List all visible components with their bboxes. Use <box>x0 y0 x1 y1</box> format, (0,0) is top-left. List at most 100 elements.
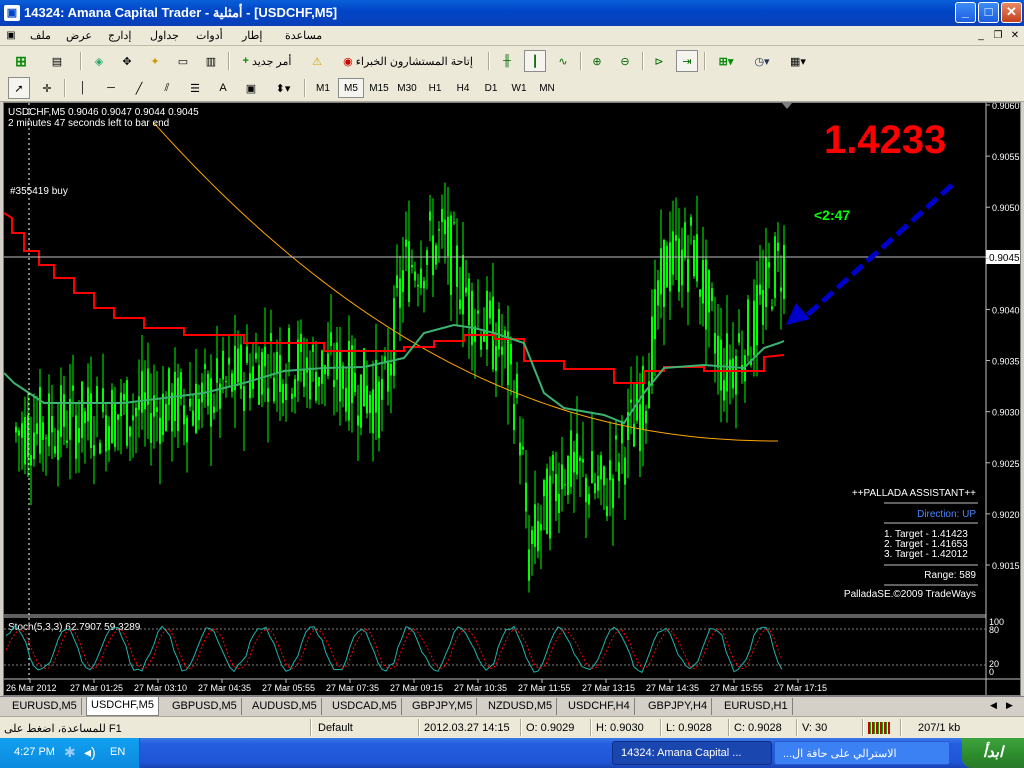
language-indicator[interactable]: EN <box>110 746 125 758</box>
candle-body <box>525 482 527 512</box>
menu-window[interactable]: إطار <box>242 29 262 42</box>
candle-body <box>495 346 497 371</box>
auto-scroll-icon[interactable]: ⊳ <box>648 50 670 72</box>
status-close: C: 0.9028 <box>734 722 782 734</box>
text-box-icon[interactable]: ▣ <box>240 77 262 99</box>
candle-body <box>516 373 518 398</box>
candle-body <box>189 398 191 407</box>
candle-body <box>336 342 338 380</box>
chart-shift-icon[interactable]: ⇥ <box>676 50 698 72</box>
tf-m30-button[interactable]: M30 <box>394 78 420 98</box>
tab-gbpusd-m5[interactable]: GBPUSD,M5 <box>168 698 242 715</box>
menu-charts[interactable]: جداول <box>150 29 179 42</box>
candle-body <box>138 396 140 410</box>
maximize-button[interactable]: □ <box>978 2 999 23</box>
tf-mn-button[interactable]: MN <box>534 78 560 98</box>
time-tick-label: 27 Mar 15:55 <box>710 683 763 693</box>
candle-body <box>102 388 104 413</box>
candle-body <box>75 415 77 459</box>
menu-file[interactable]: ملف <box>30 29 51 42</box>
close-button[interactable]: ✕ <box>1001 2 1022 23</box>
tab-eurusd-h1[interactable]: EURUSD,H1 <box>720 698 793 715</box>
mdi-minimize-button[interactable]: _ <box>973 28 989 43</box>
network-icon[interactable]: ✱ <box>64 744 76 761</box>
candle-body <box>777 242 779 252</box>
line-chart-icon[interactable]: ∿ <box>552 50 574 72</box>
time-tick-label: 27 Mar 09:15 <box>390 683 443 693</box>
cursor-icon[interactable]: ➚ <box>8 77 30 99</box>
new-chart-icon[interactable]: ⊞ <box>10 50 32 72</box>
candle-body <box>618 462 620 482</box>
tab-nzdusd-m5[interactable]: NZDUSD,M5 <box>484 698 558 715</box>
arrows-icon[interactable]: ⬍▾ <box>268 77 298 99</box>
chart-header-timer: 2 minutes 47 seconds left to bar end <box>8 118 169 129</box>
trendline-icon[interactable]: ╱ <box>128 77 150 99</box>
candle-body <box>768 262 770 268</box>
navigator-icon[interactable]: ✦ <box>144 50 166 72</box>
symbol-tabs-bar: EURUSD,M5 USDCHF,M5 GBPUSD,M5 AUDUSD,M5 … <box>0 696 1024 716</box>
horizontal-line-icon[interactable]: ─ <box>100 77 122 99</box>
terminal-icon[interactable]: ▭ <box>172 50 194 72</box>
tabs-scroll-left-icon[interactable]: ◀ <box>990 700 997 711</box>
crosshair-icon[interactable]: ✛ <box>36 77 58 99</box>
tab-gbpjpy-m5[interactable]: GBPJPY,M5 <box>408 698 478 715</box>
tab-usdchf-h4[interactable]: USDCHF,H4 <box>564 698 635 715</box>
menu-view[interactable]: عرض <box>66 29 92 42</box>
templates-icon[interactable]: ▦▾ <box>782 50 814 72</box>
tab-usdchf-m5[interactable]: USDCHF,M5 <box>86 697 159 716</box>
tf-d1-button[interactable]: D1 <box>478 78 504 98</box>
vertical-line-icon[interactable]: │ <box>72 77 94 99</box>
candle-body <box>426 250 428 266</box>
tf-w1-button[interactable]: W1 <box>506 78 532 98</box>
tabs-scroll-right-icon[interactable]: ▶ <box>1006 700 1013 711</box>
price-chart[interactable]: 0.9045 0.90600.90550.90500.90400.90350.9… <box>3 101 1020 695</box>
mdi-close-button[interactable]: ✕ <box>1007 28 1023 43</box>
fibonacci-icon[interactable]: ☰ <box>184 77 206 99</box>
candle-body <box>378 381 380 439</box>
bar-chart-icon[interactable]: ╫ <box>496 50 518 72</box>
profiles-icon[interactable]: ▤ <box>46 50 68 72</box>
equidistant-channel-icon[interactable]: ⫽ <box>156 77 178 99</box>
market-watch-icon[interactable]: ◈ <box>88 50 110 72</box>
zoom-in-icon[interactable]: ⊕ <box>586 50 608 72</box>
volume-icon[interactable]: ◂) <box>84 744 96 761</box>
taskbar-item-metatrader[interactable]: 14324: Amana Capital ... <box>612 741 772 765</box>
minimize-button[interactable]: _ <box>955 2 976 23</box>
candle-body <box>123 393 125 401</box>
tf-m5-button[interactable]: M5 <box>338 78 364 98</box>
candle-body <box>555 474 557 501</box>
tab-audusd-m5[interactable]: AUDUSD,M5 <box>248 698 322 715</box>
tf-h4-button[interactable]: H4 <box>450 78 476 98</box>
mdi-restore-button[interactable]: ❐ <box>990 28 1006 43</box>
candle-body <box>498 309 500 350</box>
expert-advisors-button[interactable]: ◉ إتاحة المستشارون الخبراء <box>334 50 482 72</box>
mdi-app-icon[interactable]: ▣ <box>3 28 19 43</box>
tf-h1-button[interactable]: H1 <box>422 78 448 98</box>
tab-gbpjpy-h4[interactable]: GBPJPY,H4 <box>644 698 713 715</box>
candle-body <box>351 345 353 404</box>
text-label-icon[interactable]: A <box>212 77 234 99</box>
chart-window[interactable]: 0.9045 0.9060 0.9055 0.9050 0.9040 0.9035 0.9… <box>3 101 1021 696</box>
candle-body <box>483 331 485 342</box>
candlestick-icon[interactable]: ┃ <box>524 50 546 72</box>
tab-usdcad-m5[interactable]: USDCAD,M5 <box>328 698 402 715</box>
menu-insert[interactable]: إدارج <box>108 29 131 42</box>
candle-body <box>210 378 212 427</box>
assistant-range: Range: 589 <box>924 570 976 581</box>
menu-tools[interactable]: أدوات <box>196 29 223 42</box>
periods-icon[interactable]: ◷▾ <box>746 50 778 72</box>
indicators-icon[interactable]: ⊞▾ <box>710 50 742 72</box>
warning-icon[interactable]: ⚠ <box>306 50 328 72</box>
start-button[interactable]: ابدأ <box>962 738 1024 768</box>
taskbar-item-browser[interactable]: ...الاسترالي على حافة ال <box>774 741 950 765</box>
tester-icon[interactable]: ▥ <box>200 50 222 72</box>
tab-eurusd-m5[interactable]: EURUSD,M5 <box>8 698 82 715</box>
menu-help[interactable]: مساعدة <box>285 29 322 42</box>
candle-body <box>399 278 401 308</box>
tf-m1-button[interactable]: M1 <box>310 78 336 98</box>
new-order-button[interactable]: + أمر جديد <box>234 50 300 72</box>
zoom-out-icon[interactable]: ⊖ <box>614 50 636 72</box>
data-window-icon[interactable]: ✥ <box>116 50 138 72</box>
candle-body <box>444 219 446 235</box>
tf-m15-button[interactable]: M15 <box>366 78 392 98</box>
